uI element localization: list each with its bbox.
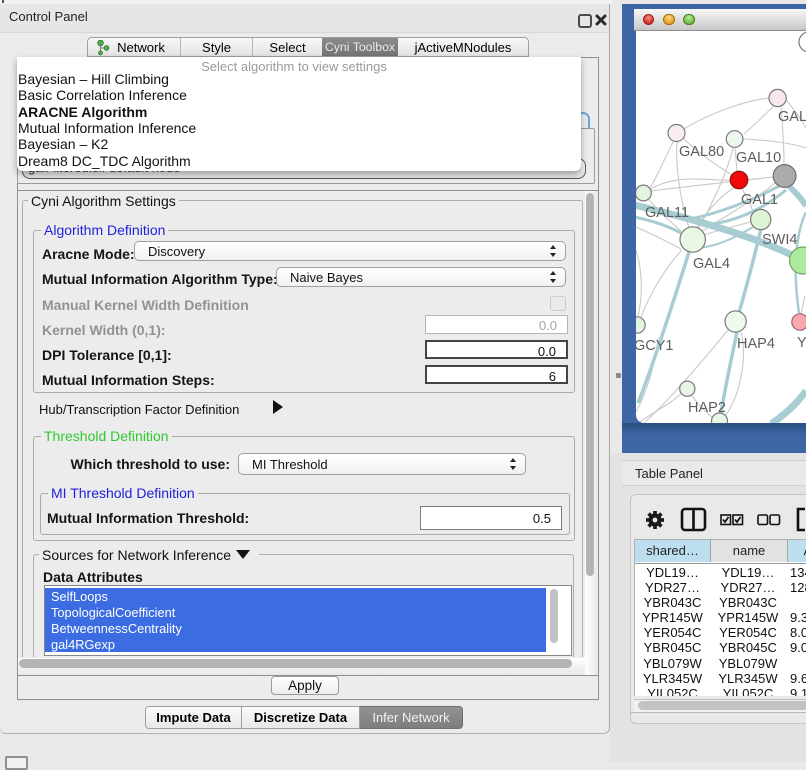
svg-text:GAL1: GAL1: [741, 192, 778, 208]
svg-text:GCY1: GCY1: [636, 338, 674, 354]
svg-text:GAL80: GAL80: [679, 144, 724, 160]
svg-text:GAL4: GAL4: [693, 256, 730, 272]
svg-text:HAP2: HAP2: [688, 400, 726, 416]
svg-text:GAL10: GAL10: [736, 150, 781, 166]
svg-text:GAL2: GAL2: [778, 109, 806, 125]
svg-text:GAL11: GAL11: [645, 205, 689, 221]
svg-text:HAP4: HAP4: [737, 336, 775, 352]
svg-text:SWI4: SWI4: [762, 232, 797, 248]
svg-text:Y: Y: [797, 335, 806, 351]
